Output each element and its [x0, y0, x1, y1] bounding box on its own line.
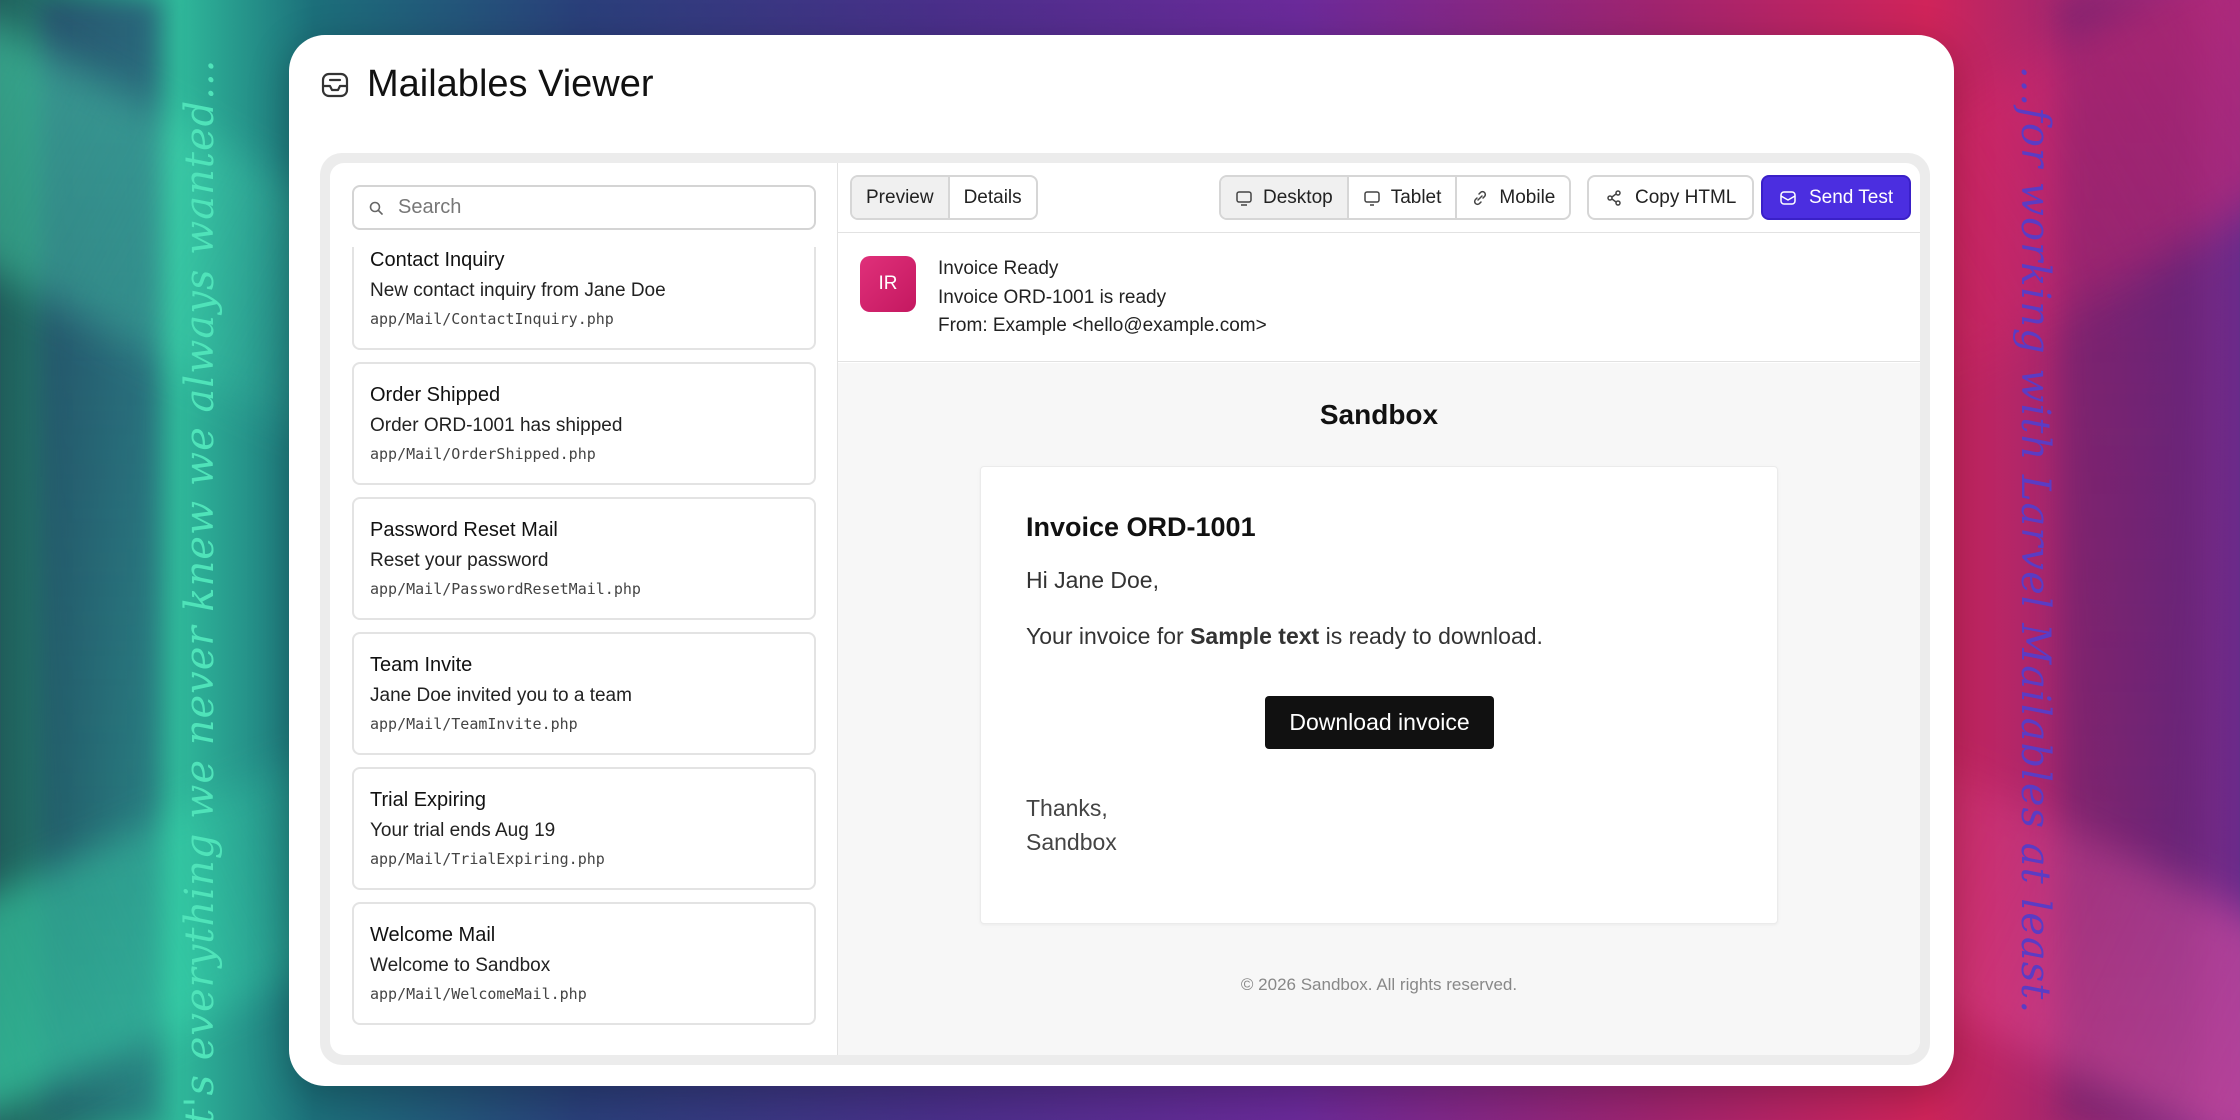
- share-icon: [1607, 189, 1621, 206]
- send-test-button[interactable]: Send Test: [1761, 175, 1912, 220]
- mailable-subject: Order ORD-1001 has shipped: [370, 415, 623, 436]
- email-thanks: Thanks,: [1026, 795, 1108, 821]
- mailable-subject: Jane Doe invited you to a team: [370, 685, 632, 706]
- tab-preview[interactable]: Preview: [852, 177, 950, 218]
- toolbar: Preview Details Desktop Tablet Mobile Co…: [838, 163, 1920, 233]
- mailable-path: app/Mail/PasswordResetMail.php: [370, 580, 641, 598]
- device-mobile-button[interactable]: Mobile: [1457, 177, 1569, 218]
- device-switcher: Desktop Tablet Mobile: [1219, 175, 1572, 220]
- email-body-card: Invoice ORD-1001 Hi Jane Doe, Your invoi…: [980, 466, 1778, 924]
- mailables-sidebar: Contact Inquiry New contact inquiry from…: [330, 163, 838, 1055]
- preview-pane: Preview Details Desktop Tablet Mobile Co…: [838, 163, 1920, 1055]
- mailable-item-welcome-mail[interactable]: Welcome Mail Welcome to Sandbox app/Mail…: [352, 902, 816, 1025]
- mailable-subject: Welcome to Sandbox: [370, 955, 551, 976]
- avatar: IR: [860, 256, 916, 312]
- email-greeting: Hi Jane Doe,: [1026, 567, 1159, 593]
- copy-html-label: Copy HTML: [1635, 186, 1737, 208]
- mailable-path: app/Mail/TrialExpiring.php: [370, 850, 605, 868]
- background-streak: [40, 0, 160, 1120]
- mailable-path: app/Mail/WelcomeMail.php: [370, 985, 587, 1003]
- mailable-item-password-reset[interactable]: Password Reset Mail Reset your password …: [352, 497, 816, 620]
- app-title: Mailables Viewer: [367, 63, 654, 105]
- search-icon: [369, 201, 383, 215]
- mailable-subject: Your trial ends Aug 19: [370, 820, 556, 841]
- background-streak: [2060, 0, 2200, 1120]
- copy-html-button[interactable]: Copy HTML: [1587, 175, 1755, 220]
- mailable-title: Contact Inquiry: [370, 249, 505, 271]
- mail-send-icon: [1780, 190, 1796, 205]
- view-tabs: Preview Details: [850, 175, 1038, 220]
- email-subject: Invoice ORD-1001 is ready: [938, 287, 1167, 308]
- email-footer: © 2026 Sandbox. All rights reserved.: [1240, 975, 1518, 994]
- mobile-icon: [1474, 190, 1487, 205]
- email-meta: IR Invoice Ready Invoice ORD-1001 is rea…: [838, 234, 1920, 362]
- mailable-title: Password Reset Mail: [370, 519, 558, 541]
- mailable-item-trial-expiring[interactable]: Trial Expiring Your trial ends Aug 19 ap…: [352, 767, 816, 890]
- device-desktop-button[interactable]: Desktop: [1221, 177, 1349, 218]
- download-invoice-button[interactable]: Download invoice: [1265, 696, 1494, 749]
- device-tablet-label: Tablet: [1390, 186, 1442, 208]
- tablet-icon: [1363, 190, 1380, 206]
- mailable-name: Invoice Ready: [938, 258, 1059, 279]
- email-heading: Invoice ORD-1001: [1026, 512, 1256, 542]
- mailable-title: Welcome Mail: [370, 924, 496, 946]
- mailables-list: Contact Inquiry New contact inquiry from…: [352, 247, 816, 1049]
- device-tablet-button[interactable]: Tablet: [1349, 177, 1458, 218]
- send-test-label: Send Test: [1809, 186, 1894, 208]
- device-mobile-label: Mobile: [1499, 186, 1556, 208]
- email-brand: Sandbox: [1319, 399, 1439, 430]
- left-tagline: It's everything we never knew we always …: [177, 58, 223, 1120]
- viewer-frame: Contact Inquiry New contact inquiry from…: [320, 153, 1930, 1065]
- mailable-path: app/Mail/TeamInvite.php: [370, 715, 578, 733]
- mailable-title: Trial Expiring: [370, 789, 486, 811]
- monitor-icon: [1236, 190, 1252, 206]
- email-signature: Sandbox: [1026, 829, 1117, 855]
- email-from: From: Example <hello@example.com>: [938, 315, 1267, 336]
- search-input[interactable]: [398, 196, 798, 219]
- app-header: Mailables Viewer: [319, 63, 654, 106]
- tab-details[interactable]: Details: [950, 177, 1036, 218]
- email-body-bold: Sample text: [1190, 623, 1320, 649]
- mailable-subject: Reset your password: [370, 550, 549, 571]
- viewer-panel: Contact Inquiry New contact inquiry from…: [330, 163, 1920, 1055]
- mailable-item-contact-inquiry[interactable]: Contact Inquiry New contact inquiry from…: [352, 247, 816, 350]
- email-body-prefix: Your invoice for: [1026, 623, 1191, 649]
- inbox-icon: [321, 72, 349, 97]
- device-desktop-label: Desktop: [1263, 186, 1333, 208]
- mailable-path: app/Mail/OrderShipped.php: [370, 445, 596, 463]
- email-body-text: Your invoice for Sample text is ready to…: [1026, 623, 1543, 650]
- email-preview: Sandbox Invoice ORD-1001 Hi Jane Doe, Yo…: [838, 363, 1920, 1055]
- mailable-title: Order Shipped: [370, 384, 501, 406]
- mailable-item-team-invite[interactable]: Team Invite Jane Doe invited you to a te…: [352, 632, 816, 755]
- mailable-title: Team Invite: [370, 654, 473, 676]
- app-window: Mailables Viewer Contact Inquiry New con…: [289, 35, 1954, 1086]
- search-box[interactable]: [352, 185, 816, 230]
- mailable-subject: New contact inquiry from Jane Doe: [370, 280, 666, 301]
- right-tagline: ...for working with Larvel Mailables at …: [2012, 65, 2058, 1015]
- mailable-path: app/Mail/ContactInquiry.php: [370, 310, 614, 328]
- email-body-suffix: is ready to download.: [1319, 623, 1543, 649]
- mailable-item-order-shipped[interactable]: Order Shipped Order ORD-1001 has shipped…: [352, 362, 816, 485]
